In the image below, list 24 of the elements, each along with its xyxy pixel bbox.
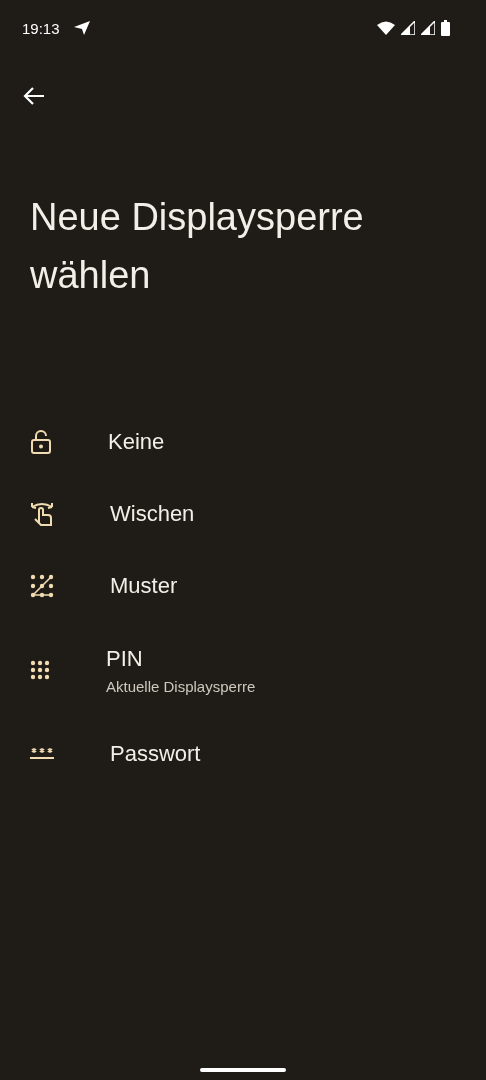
lock-option[interactable]: Wischen: [0, 478, 486, 550]
swipe-hand-icon: [30, 501, 54, 527]
option-label: Wischen: [110, 501, 195, 527]
page-title: Neue Displaysperre wählen: [30, 195, 365, 298]
wifi-icon: [377, 21, 395, 35]
pattern-dots-icon: [30, 574, 54, 598]
back-button[interactable]: [23, 86, 45, 106]
option-label: PIN: [106, 645, 144, 672]
lock-option[interactable]: Muster: [0, 550, 486, 622]
keypad-icon: [30, 660, 50, 680]
unlocked-padlock-icon: [30, 430, 52, 454]
send-icon: [73, 21, 90, 35]
signal-icon: [401, 21, 415, 35]
option-summary: Aktuelle Displaysperre: [106, 677, 256, 695]
option-label: Passwort: [110, 741, 201, 767]
password-icon: [30, 748, 54, 760]
option-label: Keine: [108, 429, 165, 455]
lock-option[interactable]: PIN Aktuelle Displaysperre: [0, 622, 486, 718]
option-label: Muster: [110, 573, 178, 599]
battery-icon: [441, 20, 450, 36]
signal-icon: [421, 21, 435, 35]
status-time: 19:13: [22, 19, 60, 37]
lock-option[interactable]: Passwort: [0, 718, 486, 790]
lock-option[interactable]: Keine: [0, 406, 486, 478]
